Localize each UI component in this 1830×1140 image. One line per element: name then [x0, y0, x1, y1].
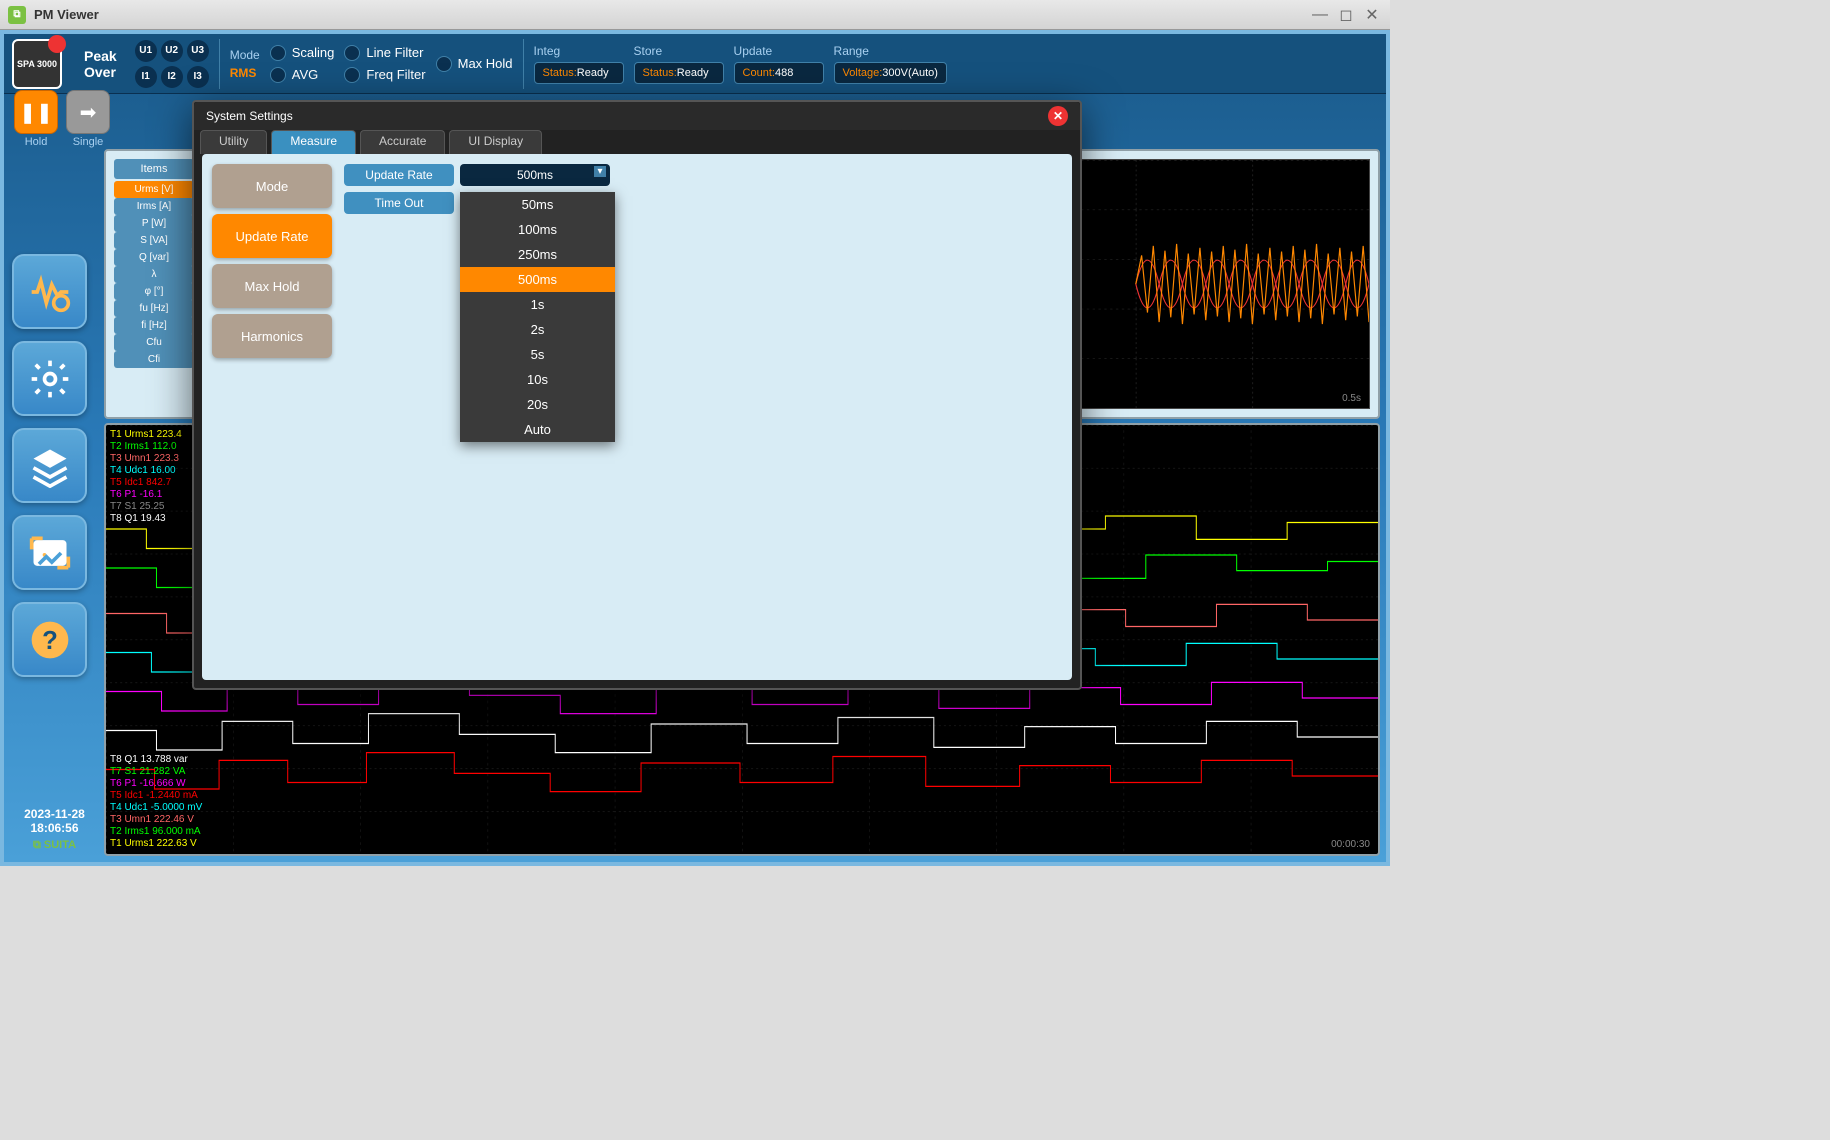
device-icon[interactable]: SPA 3000 [12, 39, 62, 89]
layers-button[interactable] [12, 428, 87, 503]
channel-I3[interactable]: I3 [187, 66, 209, 88]
items-header: Items [114, 159, 194, 179]
tab-measure[interactable]: Measure [271, 130, 356, 154]
channel-I1[interactable]: I1 [135, 66, 157, 88]
avg-toggle[interactable] [270, 67, 286, 83]
max-hold-toggle[interactable] [436, 56, 452, 72]
channel-U2[interactable]: U2 [161, 40, 183, 62]
item------[interactable]: φ [°] [114, 283, 194, 300]
channel-badges: U1U2U3 I1I2I3 [135, 40, 209, 88]
help-button[interactable]: ? [12, 602, 87, 677]
dialog-titlebar: System Settings ✕ [194, 102, 1080, 130]
screenshot-button[interactable] [12, 515, 87, 590]
mode-section: Mode RMS [230, 48, 260, 80]
dropdown-option-1s[interactable]: 1s [460, 292, 615, 317]
freq-filter-toggle[interactable] [344, 67, 360, 83]
dropdown-option-250ms[interactable]: 250ms [460, 242, 615, 267]
update-rate-label[interactable]: Update Rate [344, 164, 454, 186]
dropdown-option-5s[interactable]: 5s [460, 342, 615, 367]
update-rate-dropdown: 50ms100ms250ms500ms1s2s5s10s20sAuto [460, 192, 615, 442]
left-sidebar: ? [12, 254, 97, 677]
dropdown-option-2s[interactable]: 2s [460, 317, 615, 342]
store-status: Status:Ready [634, 62, 724, 84]
waveform-settings-button[interactable] [12, 254, 87, 329]
line-filter-toggle[interactable] [344, 45, 360, 61]
category-mode[interactable]: Mode [212, 164, 332, 208]
category-harmonics[interactable]: Harmonics [212, 314, 332, 358]
item-cfu[interactable]: Cfu [114, 334, 194, 351]
channel-I2[interactable]: I2 [161, 66, 183, 88]
window-titlebar: ⧉ PM Viewer — ◻ ✕ [0, 0, 1390, 30]
item--[interactable]: λ [114, 266, 194, 283]
category-update-rate[interactable]: Update Rate [212, 214, 332, 258]
system-settings-dialog: System Settings ✕ UtilityMeasureAccurate… [192, 100, 1082, 690]
tab-ui-display[interactable]: UI Display [449, 130, 542, 154]
peak-over-label: Peak Over [84, 48, 117, 80]
dialog-tabs: UtilityMeasureAccurateUI Display [194, 130, 1080, 154]
hold-button[interactable]: ❚❚ [14, 90, 58, 134]
item-cfi[interactable]: Cfi [114, 351, 194, 368]
dropdown-option-50ms[interactable]: 50ms [460, 192, 615, 217]
svg-text:?: ? [42, 627, 58, 655]
item-fu--hz-[interactable]: fu [Hz] [114, 300, 194, 317]
channel-U3[interactable]: U3 [187, 40, 209, 62]
dropdown-option-100ms[interactable]: 100ms [460, 217, 615, 242]
time-out-label[interactable]: Time Out [344, 192, 454, 214]
tab-utility[interactable]: Utility [200, 130, 267, 154]
item-irms--a-[interactable]: Irms [A] [114, 198, 194, 215]
item-s--va-[interactable]: S [VA] [114, 232, 194, 249]
item-q--var-[interactable]: Q [var] [114, 249, 194, 266]
settings-options: Update Rate 500ms Time Out 50ms100ms250m… [344, 164, 1062, 670]
settings-categories: Mode Update Rate Max Hold Harmonics [212, 164, 332, 670]
category-max-hold[interactable]: Max Hold [212, 264, 332, 308]
settings-button[interactable] [12, 341, 87, 416]
window-title: PM Viewer [34, 7, 99, 22]
item-fi--hz-[interactable]: fi [Hz] [114, 317, 194, 334]
datetime-display: 2023-11-28 18:06:56 ⧉ SUITA [12, 807, 97, 852]
item-urms--v-[interactable]: Urms [V] [114, 181, 194, 198]
maximize-button[interactable]: ◻ [1336, 5, 1356, 25]
minimize-button[interactable]: — [1310, 5, 1330, 25]
dropdown-option-10s[interactable]: 10s [460, 367, 615, 392]
update-status: Count:488 [734, 62, 824, 84]
channel-U1[interactable]: U1 [135, 40, 157, 62]
update-rate-select[interactable]: 500ms [460, 164, 610, 186]
item-p--w-[interactable]: P [W] [114, 215, 194, 232]
dropdown-option-Auto[interactable]: Auto [460, 417, 615, 442]
range-status: Voltage:300V(Auto) [834, 62, 947, 84]
dropdown-option-20s[interactable]: 20s [460, 392, 615, 417]
integ-status: Status:Ready [534, 62, 624, 84]
dialog-close-button[interactable]: ✕ [1048, 106, 1068, 126]
dropdown-option-500ms[interactable]: 500ms [460, 267, 615, 292]
tab-accurate[interactable]: Accurate [360, 130, 445, 154]
single-button[interactable]: ➡ [66, 90, 110, 134]
top-status-bar: SPA 3000 Peak Over U1U2U3 I1I2I3 Mode RM… [4, 34, 1386, 94]
scaling-toggle[interactable] [270, 45, 286, 61]
close-button[interactable]: ✕ [1362, 5, 1382, 25]
app-icon: ⧉ [8, 6, 26, 24]
app-frame: SPA 3000 Peak Over U1U2U3 I1I2I3 Mode RM… [0, 30, 1390, 866]
